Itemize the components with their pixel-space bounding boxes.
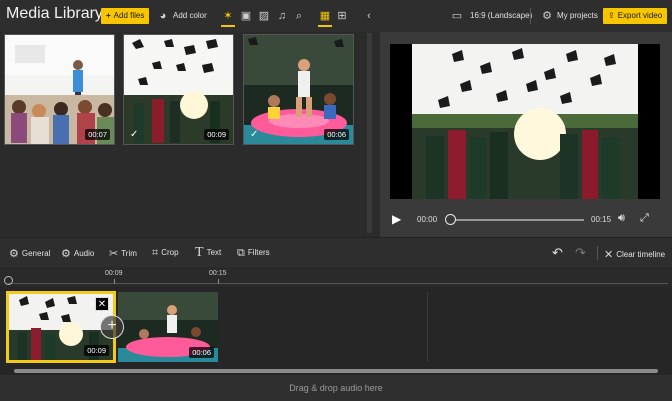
add-files-label: Add files <box>113 11 145 20</box>
timeline-ruler <box>0 267 672 287</box>
text-label: Text <box>206 248 222 257</box>
ruler-line <box>8 283 668 284</box>
filters-button[interactable]: ⧉ Filters <box>237 247 270 260</box>
grid-small-icon[interactable]: ⊞ <box>335 9 349 23</box>
duration-badge: 00:06 <box>324 129 349 140</box>
trim-button[interactable]: ✂ Trim <box>109 247 137 260</box>
volume-icon[interactable]: 🔊︎ <box>618 212 625 225</box>
scissors-icon: ✂ <box>109 248 119 260</box>
general-label: General <box>21 249 51 258</box>
library-item[interactable]: 00:07 <box>4 34 115 145</box>
graduation-preview-image <box>390 44 660 199</box>
timeline-scrollbar[interactable] <box>14 369 658 373</box>
aspect-ratio-icon: ▭ <box>451 10 463 22</box>
text-icon: T <box>195 245 204 260</box>
projects-icon: ⚙ <box>542 10 552 22</box>
general-button[interactable]: ⚙ General <box>9 247 50 260</box>
audio-drop-hint: Drag & drop audio here <box>289 383 383 393</box>
track-separator <box>427 292 428 362</box>
chevron-left-icon[interactable]: ‹ <box>362 9 376 23</box>
filters-icon: ⧉ <box>237 247 245 259</box>
video-icon[interactable]: ▣ <box>239 9 253 23</box>
seek-handle[interactable] <box>445 214 456 225</box>
grid-large-icon[interactable]: ▦ <box>318 9 332 23</box>
aspect-ratio-selector[interactable]: 16:9 (Landscape) <box>470 11 532 20</box>
audio-button[interactable]: ⚙ Audio <box>61 247 94 260</box>
duration-badge: 00:07 <box>85 129 110 140</box>
search-icon[interactable]: ⌕ <box>292 9 306 23</box>
seek-bar[interactable] <box>448 219 584 221</box>
current-time: 00:00 <box>417 215 438 224</box>
duration-badge: 00:09 <box>84 345 109 356</box>
audio-gear-icon: ⚙ <box>61 248 71 260</box>
add-files-button[interactable]: + Add files <box>101 8 150 24</box>
crop-button[interactable]: ⌗ Crop <box>152 247 179 260</box>
audio-label: Audio <box>73 249 95 258</box>
crop-icon: ⌗ <box>152 247 159 259</box>
palette-icon: ◕ <box>159 10 167 22</box>
divider <box>597 246 598 260</box>
divider <box>530 8 531 24</box>
ruler-tick <box>114 279 115 284</box>
image-icon[interactable]: ▨ <box>257 9 271 23</box>
duration-badge: 00:09 <box>204 129 229 140</box>
trim-label: Trim <box>121 249 137 258</box>
library-item[interactable]: ✓ 00:09 <box>123 34 234 145</box>
clear-timeline-button[interactable]: ✕ Clear timeline <box>604 248 665 261</box>
star-active-underline <box>221 25 235 27</box>
gear-icon: ⚙ <box>9 248 19 260</box>
export-icon: ⇪ <box>608 11 615 20</box>
tick-label: 00:15 <box>209 270 227 277</box>
app-window: Media Library + Add files ◕ Add color ✶ ▣… <box>0 0 672 401</box>
export-video-button[interactable]: ⇪ Export video <box>603 8 668 24</box>
ruler-tick <box>218 279 219 284</box>
total-time: 00:15 <box>591 215 612 224</box>
crop-label: Crop <box>161 248 179 257</box>
edit-toolbar <box>0 237 672 267</box>
clear-timeline-label: Clear timeline <box>616 250 666 259</box>
text-button[interactable]: T Text <box>195 245 221 261</box>
grid-active-underline <box>318 25 332 27</box>
remove-clip-icon[interactable]: ✕ <box>95 297 109 311</box>
page-title: Media Library <box>6 5 103 22</box>
checkmark-icon: ✓ <box>130 129 139 140</box>
undo-icon[interactable]: ↶ <box>552 245 563 261</box>
tick-label: 00:09 <box>105 270 123 277</box>
my-projects-button[interactable]: My projects <box>557 11 598 20</box>
timeline-playhead[interactable] <box>4 276 13 285</box>
redo-icon[interactable]: ↷ <box>575 245 586 261</box>
plus-icon: + <box>106 11 111 20</box>
play-icon[interactable]: ▶ <box>392 212 401 226</box>
video-preview[interactable] <box>390 44 660 199</box>
star-icon[interactable]: ✶ <box>221 9 235 23</box>
duration-badge: 00:06 <box>189 347 214 358</box>
add-color-button[interactable]: Add color <box>173 11 207 20</box>
close-icon: ✕ <box>604 249 614 261</box>
music-icon[interactable]: ♫ <box>275 9 289 23</box>
fullscreen-icon[interactable]: ⤢ <box>640 212 649 225</box>
export-label: Export video <box>617 11 663 20</box>
add-transition-button[interactable]: + <box>100 315 124 339</box>
timeline-clip[interactable]: 00:06 <box>118 292 218 362</box>
filters-label: Filters <box>247 248 270 257</box>
checkmark-icon: ✓ <box>250 129 259 140</box>
library-scrollbar[interactable] <box>367 33 372 233</box>
library-item[interactable]: ✓ 00:06 <box>243 34 354 145</box>
